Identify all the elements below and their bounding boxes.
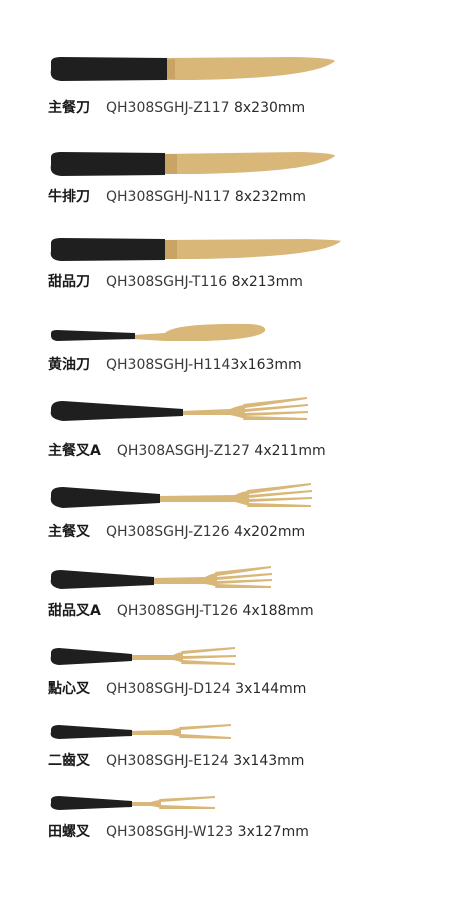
- item-name: 主餐刀: [48, 100, 90, 116]
- item-code: QH308ASGHJ-Z127: [116, 443, 250, 459]
- item-size: 4x202mm: [233, 524, 306, 540]
- item-name: 甜品刀: [48, 274, 90, 290]
- item-size: 3x144mm: [235, 681, 307, 697]
- item-code: QH308SGHJ-Z117: [106, 100, 230, 116]
- item-code: QH308SGHJ-D124: [106, 681, 231, 697]
- item-name: 主餐叉: [48, 524, 90, 540]
- dessert-fork-a-image: [50, 566, 272, 589]
- dinner-fork-image: [50, 483, 312, 508]
- butter-knife-image: [51, 323, 266, 341]
- item-size: 3x127mm: [237, 824, 309, 840]
- product-catalog: 主餐刀 QH308SGHJ-Z117 8x230mm 牛排刀 QH308SGHJ-N…: [0, 0, 453, 917]
- dessert-knife-image: [50, 238, 341, 261]
- item-size: 8x230mm: [233, 100, 306, 116]
- item-code: QH308SGHJ-Z126: [106, 524, 230, 540]
- item-code: QH308SGHJ-T126: [116, 603, 239, 619]
- dinner-fork-a-image: [50, 397, 308, 421]
- item-name: 黄油刀: [48, 357, 90, 373]
- item-code: QH308SGHJ-W123: [106, 824, 234, 840]
- two-tine-fork-image: [50, 724, 231, 739]
- snack-fork-image: [50, 647, 236, 665]
- item-code: QH308SGHJ-T116: [106, 274, 228, 290]
- item-name: 牛排刀: [48, 189, 90, 205]
- dinner-knife-image: [50, 57, 335, 81]
- item-name: 主餐叉A: [48, 443, 101, 459]
- item-size: 4x188mm: [242, 603, 314, 619]
- item-name: 甜品叉A: [48, 603, 101, 619]
- item-size: 4x211mm: [254, 443, 326, 459]
- item-code: QH308SGHJ-N117: [106, 189, 231, 205]
- item-size: 3x143mm: [233, 753, 305, 769]
- item-size: 8x213mm: [231, 274, 303, 290]
- snail-fork-image: [50, 796, 215, 810]
- item-name: 點心叉: [48, 681, 90, 697]
- item-size: 8x232mm: [234, 189, 307, 205]
- steak-knife-image: [50, 152, 335, 176]
- item-name: 二齒叉: [48, 753, 90, 769]
- item-code: QH308SGHJ-H114: [106, 357, 231, 373]
- item-size: 3x163mm: [230, 357, 302, 373]
- item-name: 田螺叉: [48, 824, 90, 840]
- item-code: QH308SGHJ-E124: [106, 753, 229, 769]
